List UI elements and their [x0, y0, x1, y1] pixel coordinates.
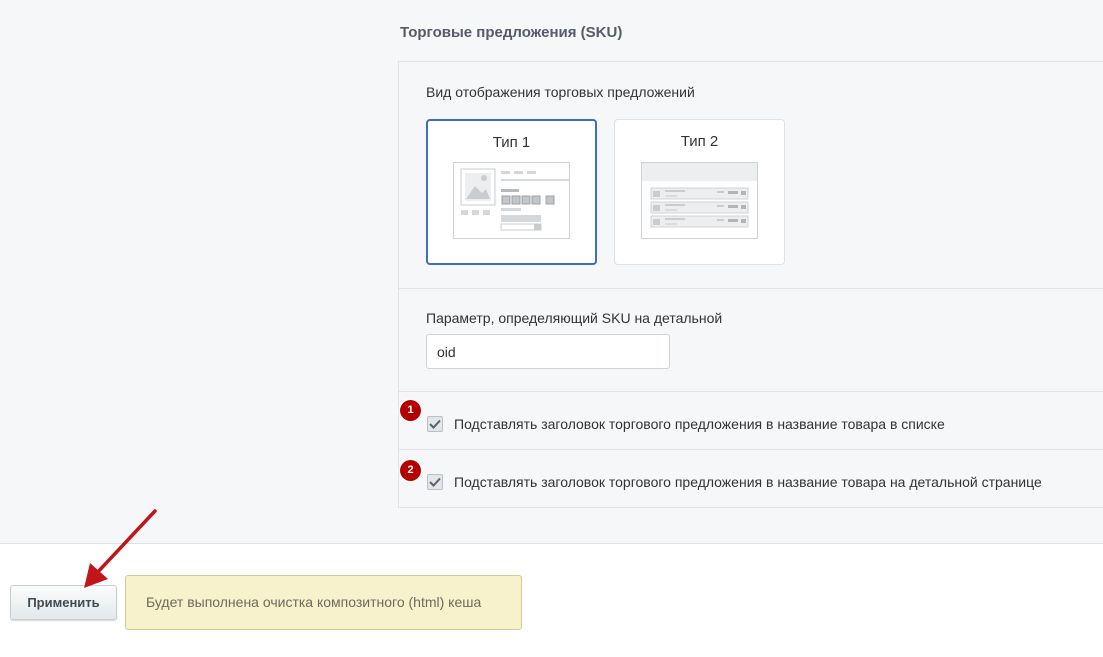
sku-param-panel: Параметр, определяющий SKU на детальной [398, 288, 1103, 392]
annotation-badge-2: 2 [400, 460, 421, 481]
type-1-label: Тип 1 [492, 134, 531, 151]
annotation-arrow-icon [84, 509, 157, 588]
type-1-option[interactable]: Тип 1 [426, 119, 597, 265]
list-title-checkbox-label: Подставлять заголовок торгового предложе… [454, 416, 945, 432]
type-2-label: Тип 2 [680, 133, 719, 150]
view-type-panel: Вид отображения торговых предложений Тип… [398, 61, 1103, 289]
checkmark-icon [429, 477, 441, 487]
sku-param-label: Параметр, определяющий SKU на детальной [426, 310, 723, 326]
annotation-badge-1: 1 [400, 400, 421, 421]
view-type-label: Вид отображения торговых предложений [426, 84, 695, 100]
type-2-option[interactable]: Тип 2 [614, 119, 785, 265]
list-title-option-row: Подставлять заголовок торгового предложе… [398, 391, 1103, 450]
type-1-preview-icon [453, 162, 570, 239]
detail-title-option-row: Подставлять заголовок торгового предложе… [398, 449, 1103, 508]
detail-title-checkbox[interactable] [427, 474, 443, 490]
detail-title-checkbox-label: Подставлять заголовок торгового предложе… [454, 474, 1042, 490]
cache-notice: Будет выполнена очистка композитного (ht… [125, 575, 522, 630]
list-title-checkbox[interactable] [427, 416, 443, 432]
sku-param-input[interactable] [426, 334, 670, 369]
type-2-preview-icon [641, 162, 758, 239]
section-title: Торговые предложения (SKU) [400, 24, 623, 41]
checkmark-icon [429, 419, 441, 429]
